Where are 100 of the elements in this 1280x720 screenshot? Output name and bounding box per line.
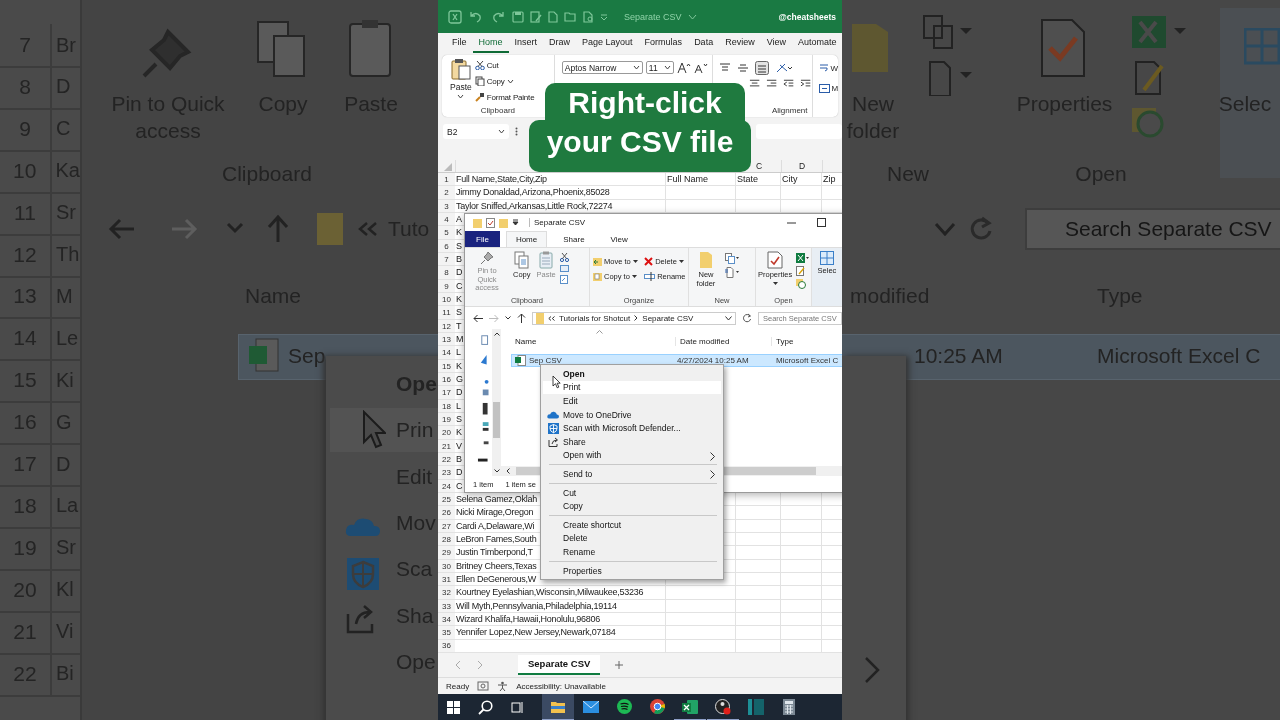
macro-icon[interactable] bbox=[477, 681, 490, 691]
easy-access-icon[interactable] bbox=[725, 267, 739, 278]
ribbon-tab[interactable]: Data bbox=[688, 33, 720, 53]
increase-indent-icon[interactable] bbox=[800, 79, 812, 89]
row-number[interactable]: 36 bbox=[438, 639, 455, 653]
row-number[interactable]: 9 bbox=[438, 279, 455, 293]
row-number[interactable]: 1 bbox=[438, 173, 455, 187]
open-folder-icon[interactable] bbox=[564, 11, 577, 22]
row-number[interactable]: 16 bbox=[438, 372, 455, 387]
maximize-button[interactable] bbox=[817, 218, 826, 227]
ribbon-tab[interactable]: Insert bbox=[508, 33, 544, 53]
address-bar[interactable]: Tutorials for Shotcut Separate CSV bbox=[532, 311, 736, 325]
row-number[interactable]: 8 bbox=[438, 266, 455, 280]
menu-item[interactable]: Rename bbox=[543, 545, 721, 559]
row-number[interactable]: 4 bbox=[438, 213, 455, 227]
row-number[interactable]: 2 bbox=[438, 186, 455, 200]
ribbon-tab[interactable]: File bbox=[446, 33, 473, 53]
row-number[interactable]: 12 bbox=[438, 319, 455, 333]
row-number[interactable]: 32 bbox=[438, 586, 455, 600]
menu-item[interactable]: Move to OneDrive bbox=[543, 407, 721, 422]
ribbon-tab[interactable]: View bbox=[760, 33, 792, 53]
edit-document-icon[interactable] bbox=[796, 266, 806, 276]
ribbon-tab[interactable]: Formulas bbox=[638, 33, 689, 53]
column-header[interactable]: D bbox=[798, 161, 806, 171]
cut-button[interactable]: Cut bbox=[474, 58, 543, 72]
ribbon-tab[interactable]: Home bbox=[505, 231, 548, 247]
name-box[interactable]: B2 bbox=[443, 124, 509, 139]
row-number[interactable]: 23 bbox=[438, 466, 455, 480]
row-number[interactable]: 28 bbox=[438, 532, 455, 547]
ribbon-tab[interactable]: Draw bbox=[543, 33, 577, 53]
menu-item[interactable]: Edit bbox=[543, 394, 721, 408]
ribbon-tab[interactable]: Page Layout bbox=[576, 33, 639, 53]
history-icon[interactable] bbox=[796, 279, 807, 289]
taskbar-app[interactable] bbox=[542, 694, 574, 720]
sheet-tab[interactable]: Separate CSV bbox=[518, 655, 601, 675]
add-sheet-icon[interactable] bbox=[614, 660, 625, 670]
more-icon[interactable] bbox=[515, 127, 518, 136]
menu-item[interactable]: Print bbox=[543, 380, 721, 395]
menu-item[interactable]: Delete bbox=[543, 531, 721, 546]
breadcrumb[interactable]: Separate CSV bbox=[642, 313, 694, 323]
row-number[interactable]: 24 bbox=[438, 479, 455, 493]
format-painter-button[interactable]: Format Painte bbox=[474, 90, 543, 104]
menu-item[interactable]: Share bbox=[543, 434, 721, 449]
menu-item[interactable]: Open with bbox=[543, 448, 721, 463]
customize-caret-icon[interactable] bbox=[512, 219, 519, 226]
row-number[interactable]: 14 bbox=[438, 346, 455, 360]
wrap-text-button[interactable]: W bbox=[818, 61, 838, 75]
properties-icon[interactable] bbox=[486, 217, 495, 228]
chevron-down-icon[interactable] bbox=[725, 315, 732, 321]
column-header[interactable]: C bbox=[755, 161, 763, 171]
ribbon-tab[interactable]: File bbox=[465, 231, 500, 247]
row-number[interactable]: 31 bbox=[438, 572, 455, 587]
status-text[interactable]: Accessibility: Unavailable bbox=[516, 681, 606, 691]
print-preview-icon[interactable] bbox=[583, 10, 594, 23]
chevron-down-icon[interactable] bbox=[493, 469, 500, 473]
row-number[interactable]: 29 bbox=[438, 546, 455, 560]
accessibility-icon[interactable] bbox=[497, 680, 509, 692]
start-button[interactable] bbox=[447, 701, 460, 714]
row-number[interactable]: 13 bbox=[438, 332, 455, 347]
task-view-icon[interactable] bbox=[511, 701, 524, 714]
save-icon[interactable] bbox=[512, 10, 524, 23]
row-number[interactable]: 15 bbox=[438, 359, 455, 373]
undo-icon[interactable] bbox=[468, 10, 484, 23]
breadcrumb[interactable]: Tutorials for Shotcut bbox=[559, 313, 631, 323]
decrease-font-icon[interactable] bbox=[693, 61, 708, 74]
align-right-icon[interactable] bbox=[765, 79, 778, 89]
row-number[interactable]: 25 bbox=[438, 492, 455, 507]
ribbon-tab[interactable]: Review bbox=[719, 33, 761, 53]
menu-item[interactable]: Copy bbox=[543, 499, 721, 513]
menu-item[interactable]: Send to bbox=[543, 467, 721, 481]
chevron-left-icon[interactable] bbox=[506, 468, 510, 474]
align-center-icon[interactable] bbox=[748, 79, 760, 89]
row-number[interactable]: 17 bbox=[438, 386, 455, 400]
redo-icon[interactable] bbox=[490, 10, 506, 23]
ribbon-tab[interactable]: Automate bbox=[792, 33, 842, 53]
column-header[interactable]: Date modified bbox=[675, 336, 771, 346]
menu-item[interactable]: Open bbox=[543, 367, 721, 381]
menu-item[interactable]: Create shortcut bbox=[543, 517, 721, 532]
menu-item[interactable]: Properties bbox=[543, 563, 721, 578]
row-number[interactable]: 27 bbox=[438, 519, 455, 533]
new-item-icon[interactable] bbox=[725, 253, 739, 264]
increase-font-icon[interactable] bbox=[676, 61, 691, 74]
orientation-icon[interactable] bbox=[774, 62, 793, 74]
row-number[interactable]: 7 bbox=[438, 252, 455, 267]
spreadsheet-icon[interactable] bbox=[796, 253, 811, 263]
paste-button[interactable]: Paste bbox=[450, 58, 472, 104]
row-number[interactable]: 26 bbox=[438, 506, 455, 520]
font-dropdown[interactable]: Aptos Narrow bbox=[561, 61, 643, 74]
copy-path-icon[interactable] bbox=[559, 265, 569, 272]
scrollbar[interactable] bbox=[492, 329, 501, 476]
copy-button[interactable]: Copy bbox=[474, 74, 543, 88]
row-number[interactable]: 20 bbox=[438, 426, 455, 440]
align-top-icon[interactable] bbox=[718, 63, 731, 73]
search-field[interactable]: Search Separate CSV bbox=[1025, 208, 1280, 250]
edit-icon[interactable] bbox=[530, 10, 542, 23]
align-middle-icon[interactable] bbox=[736, 63, 749, 73]
ribbon-tab[interactable]: Share bbox=[553, 231, 595, 247]
row-number[interactable]: 3 bbox=[438, 199, 455, 213]
row-number[interactable]: 30 bbox=[438, 559, 455, 573]
row-number[interactable]: 33 bbox=[438, 599, 455, 613]
